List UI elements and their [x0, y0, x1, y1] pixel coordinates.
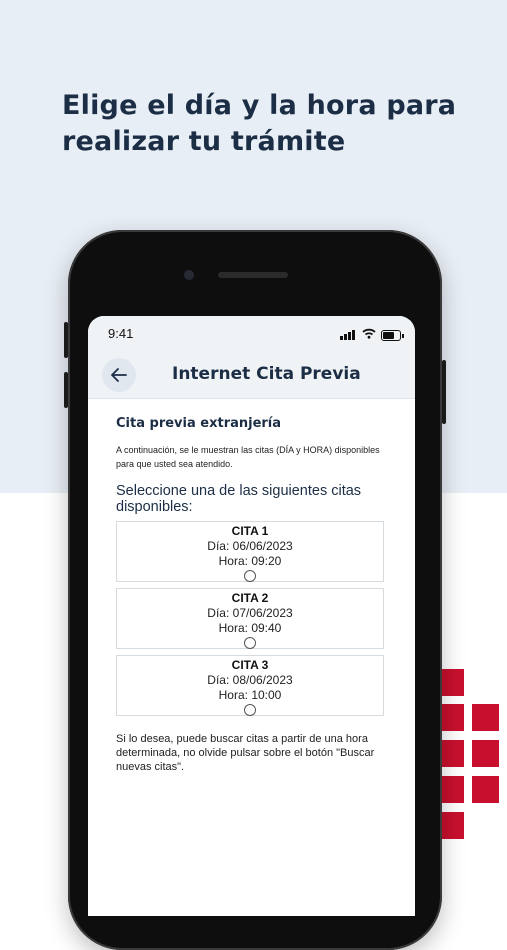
- status-time: 9:41: [108, 326, 134, 341]
- intro-text: A continuación, se le muestran las citas…: [116, 445, 380, 469]
- cita-name: CITA 3: [231, 658, 269, 672]
- footer-note: Si lo desea, puede buscar citas a partir…: [116, 733, 375, 773]
- wifi-icon: [362, 328, 376, 342]
- app-bar: Internet Cita Previa: [88, 354, 415, 399]
- cita-hora: Hora: 10:00: [218, 688, 282, 702]
- cita-option[interactable]: CITA 3 Día: 08/06/2023 Hora: 10:00: [116, 655, 384, 716]
- cita-option[interactable]: CITA 2 Día: 07/06/2023 Hora: 09:40: [116, 588, 384, 649]
- cita-name: CITA 1: [231, 524, 269, 538]
- side-button: [64, 322, 68, 358]
- status-bar: 9:41: [88, 316, 415, 354]
- cita-dia: Día: 06/06/2023: [207, 539, 293, 553]
- back-button[interactable]: [102, 358, 136, 392]
- front-camera: [184, 270, 194, 280]
- cita-dia: Día: 07/06/2023: [207, 606, 293, 620]
- arrow-left-icon: [111, 368, 127, 382]
- cita-option[interactable]: CITA 1 Día: 06/06/2023 Hora: 09:20: [116, 521, 384, 582]
- battery-icon: [381, 330, 404, 341]
- cita-dia: Día: 08/06/2023: [207, 673, 293, 687]
- cita-radio[interactable]: [244, 704, 256, 716]
- app-title: Internet Cita Previa: [172, 364, 361, 384]
- headline: Elige el día y la hora para realizar tu …: [62, 90, 457, 157]
- cita-radio[interactable]: [244, 570, 256, 582]
- earpiece-speaker: [218, 272, 288, 278]
- side-button: [442, 360, 446, 424]
- cita-hora: Hora: 09:40: [218, 621, 282, 635]
- cita-radio[interactable]: [244, 637, 256, 649]
- select-label: Seleccione una de las siguientes citas d…: [116, 483, 362, 515]
- cita-hora: Hora: 09:20: [218, 554, 282, 568]
- side-button: [64, 372, 68, 408]
- main-content: Cita previa extranjería A continuación, …: [116, 416, 391, 774]
- cita-name: CITA 2: [231, 591, 269, 605]
- phone-screen: 9:41 Internet Cita Previa Cita previa ex…: [88, 316, 415, 916]
- section-title: Cita previa extranjería: [116, 416, 282, 431]
